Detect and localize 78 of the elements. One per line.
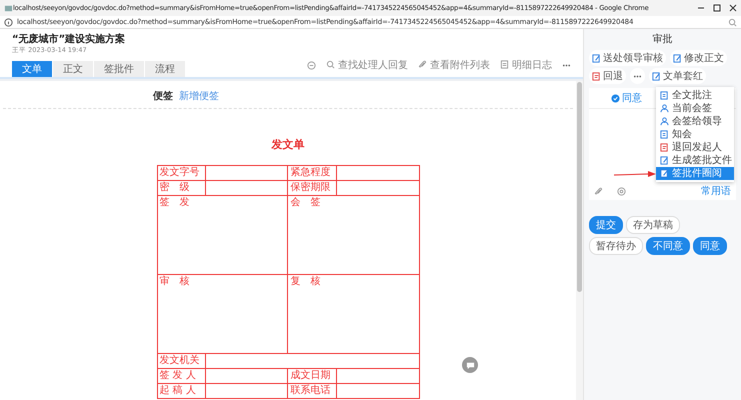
menu-item[interactable]: 会签给领导 [656, 115, 734, 128]
search-icon [728, 18, 737, 26]
toolbar-button[interactable]: 查看附件列表 [418, 58, 490, 72]
action-button[interactable]: 送处领导审核 [589, 50, 666, 66]
close-icon[interactable] [729, 4, 737, 12]
tab[interactable]: 文单 [12, 61, 52, 77]
form-label: 紧急程度 [288, 166, 337, 180]
check-icon [611, 94, 620, 102]
form-title: 发文单 [272, 137, 304, 152]
menu-item[interactable]: 生成签批文件 [656, 154, 734, 167]
form-label: 会 签 [288, 196, 419, 274]
edit-icon [652, 72, 661, 80]
toolbar-button[interactable]: 明细日志 [500, 58, 552, 72]
tab[interactable]: 流程 [145, 61, 185, 77]
action-button[interactable]: 暂存待办 [589, 237, 643, 255]
form-field[interactable] [206, 354, 419, 368]
edit-icon [660, 156, 669, 165]
maximize-icon[interactable] [713, 4, 721, 12]
chat-icon [466, 360, 474, 370]
action-button[interactable]: 修改正文 [670, 50, 727, 66]
menu-item[interactable]: 知会 [656, 128, 734, 141]
info-icon[interactable] [4, 18, 13, 26]
app-icon [4, 4, 13, 12]
menu-item[interactable]: 全文批注 [656, 89, 734, 102]
document-icon [660, 91, 669, 100]
note-title: 便签 [153, 90, 173, 103]
people-icon [660, 117, 669, 126]
edit-icon [592, 54, 601, 62]
action-button[interactable]: 同意 [693, 237, 727, 255]
form-field[interactable] [206, 180, 288, 196]
scrollbar-thumb[interactable] [577, 82, 582, 292]
menu-item[interactable]: 退回发起人 [656, 141, 734, 154]
action-button[interactable]: 文单套红 [649, 68, 706, 84]
document-title: “无废城市”建设实施方案 [12, 32, 126, 46]
document-return-icon [660, 143, 669, 152]
form-field[interactable] [336, 180, 419, 196]
form-label: 发文机关 [157, 354, 206, 368]
form-label: 成文日期 [288, 368, 337, 384]
form-label: 发文字号 [157, 166, 206, 180]
common-phrases-link[interactable]: 常用语 [701, 184, 731, 198]
search-icon [326, 60, 335, 69]
form-field[interactable] [336, 384, 419, 398]
form-label: 签 发 人 [157, 368, 206, 384]
opinion-tab[interactable]: 同意 [611, 91, 642, 105]
form-field[interactable] [336, 166, 419, 180]
log-icon [500, 60, 509, 69]
comment-icon [307, 61, 316, 70]
arrow-drawing [614, 170, 656, 178]
more-button[interactable] [630, 68, 645, 84]
form-label: 复 核 [288, 274, 419, 354]
form-label: 密 级 [157, 180, 206, 196]
paperclip-icon [418, 60, 427, 69]
form-field[interactable] [206, 368, 288, 384]
people-icon [660, 104, 669, 113]
edit-icon [660, 169, 669, 178]
edit-icon [673, 54, 682, 62]
document-icon [660, 130, 669, 139]
paperclip-icon [594, 186, 603, 196]
form-label: 联系电话 [288, 384, 337, 398]
form-field[interactable] [206, 384, 288, 398]
menu-item[interactable]: 签批件圈阅 [656, 167, 734, 180]
panel-title: 审批 [652, 32, 674, 47]
menu-item[interactable]: 当前会签 [656, 102, 734, 115]
form-field[interactable] [206, 166, 288, 180]
toolbar-button[interactable]: 查找处理人回复 [326, 58, 408, 72]
tab[interactable]: 正文 [53, 61, 93, 77]
form-label: 起 稿 人 [157, 384, 206, 398]
form-label: 保密期限 [288, 180, 337, 196]
document-return-icon [592, 72, 601, 80]
action-button[interactable]: 提交 [589, 216, 623, 234]
form-label: 审 核 [157, 274, 288, 354]
form-label: 签 发 [157, 196, 288, 274]
action-button[interactable]: 回退 [589, 68, 626, 84]
add-note-link[interactable]: 新增便签 [179, 89, 219, 103]
action-button[interactable]: 存为草稿 [626, 216, 680, 234]
tab[interactable]: 签批件 [94, 61, 144, 77]
action-button[interactable]: 不同意 [646, 237, 690, 255]
form-field[interactable] [336, 368, 419, 384]
